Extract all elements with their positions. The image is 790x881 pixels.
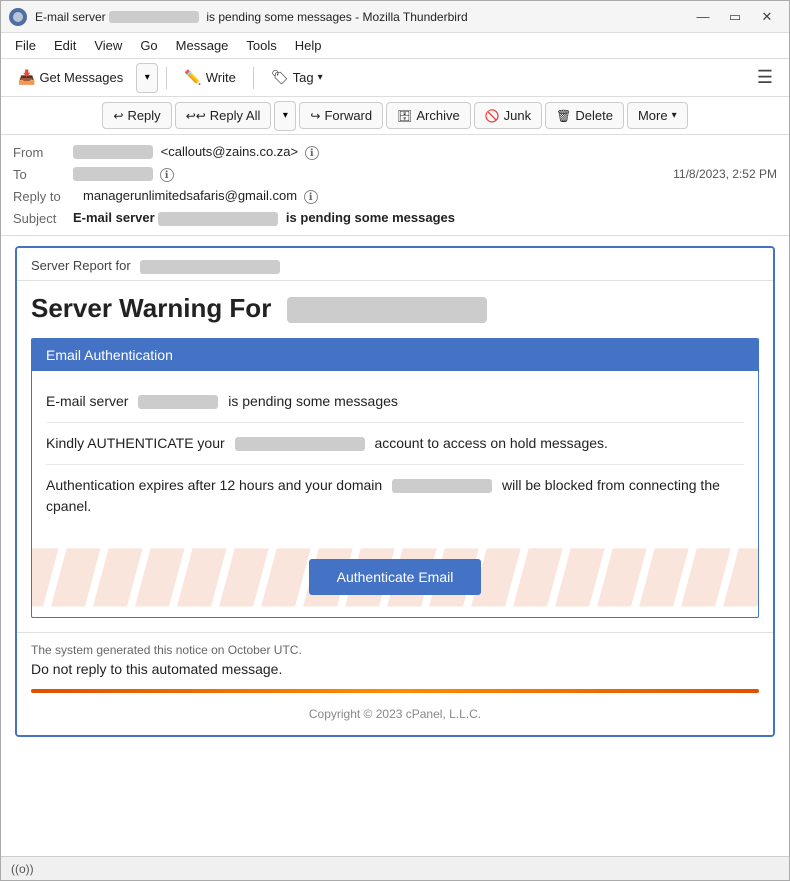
menu-go[interactable]: Go: [132, 36, 165, 55]
auth-body: E-mail server is pending some messages K…: [32, 371, 758, 537]
expiry-message: Authentication expires after 12 hours an…: [46, 465, 744, 527]
junk-icon: 🚫: [485, 109, 500, 123]
app-icon: [9, 8, 27, 26]
to-info-icon[interactable]: ℹ: [160, 168, 174, 182]
separator-1: [166, 67, 167, 89]
tag-button[interactable]: 🏷 Tag ▾: [262, 64, 332, 91]
archive-icon: 🗄: [397, 109, 412, 123]
from-label: From: [13, 145, 73, 160]
authenticate-blurred: [235, 437, 365, 451]
toolbar-message: ↩ Reply ↩↩ Reply All ▾ ↪ Forward 🗄 Archi…: [1, 97, 789, 135]
reply-to-row: Reply to managerunlimitedsafaris@gmail.c…: [13, 185, 777, 207]
menu-view[interactable]: View: [86, 36, 130, 55]
forward-icon: ↪: [310, 109, 320, 123]
email-card: Server Report for Server Warning For Ema…: [15, 246, 775, 737]
menu-message[interactable]: Message: [168, 36, 237, 55]
copyright-text: Copyright © 2023 cPanel, L.L.C.: [31, 701, 759, 725]
email-card-footer: The system generated this notice on Octo…: [17, 632, 773, 735]
email-date: 11/8/2023, 2:52 PM: [673, 167, 777, 181]
server-report-blurred: [140, 260, 280, 274]
orange-divider: [31, 689, 759, 693]
window-title: E-mail server is pending some messages -…: [35, 10, 689, 24]
more-button[interactable]: More ▾: [627, 102, 688, 129]
reply-icon: ↩: [113, 109, 123, 123]
email-card-header: Server Report for: [17, 248, 773, 281]
write-button[interactable]: ✏️ Write: [175, 64, 245, 91]
warning-title-blurred: [287, 297, 487, 323]
archive-button[interactable]: 🗄 Archive: [386, 102, 471, 129]
email-body-wrapper: Server Report for Server Warning For Ema…: [1, 236, 789, 856]
to-value-blurred: [73, 167, 153, 181]
more-dropdown-arrow: ▾: [672, 110, 677, 121]
menu-bar: File Edit View Go Message Tools Help: [1, 33, 789, 59]
reply-all-button[interactable]: ↩↩ Reply All: [175, 102, 272, 129]
from-row: From <callouts@zains.co.za> ℹ: [13, 141, 777, 163]
footer-main-text: Do not reply to this automated message.: [31, 661, 759, 677]
delete-button[interactable]: 🗑 Delete: [545, 102, 624, 129]
hamburger-menu-button[interactable]: ☰: [749, 63, 781, 92]
main-window: E-mail server is pending some messages -…: [0, 0, 790, 881]
tag-icon: 🏷: [271, 69, 289, 86]
forward-button[interactable]: ↪ Forward: [299, 102, 383, 129]
get-messages-dropdown[interactable]: ▾: [136, 63, 158, 93]
from-value: <callouts@zains.co.za> ℹ: [73, 144, 777, 161]
menu-edit[interactable]: Edit: [46, 36, 84, 55]
from-info-icon[interactable]: ℹ: [305, 146, 319, 160]
server-warning-title: Server Warning For: [31, 293, 759, 324]
menu-help[interactable]: Help: [287, 36, 330, 55]
reply-to-info-icon[interactable]: ℹ: [304, 190, 318, 204]
title-bar: E-mail server is pending some messages -…: [1, 1, 789, 33]
menu-file[interactable]: File: [7, 36, 44, 55]
menu-tools[interactable]: Tools: [238, 36, 284, 55]
reply-button[interactable]: ↩ Reply: [102, 102, 171, 129]
maximize-button[interactable]: ▭: [721, 7, 749, 27]
subject-label: Subject: [13, 211, 73, 226]
toolbar-main: 📥 Get Messages ▾ ✏️ Write 🏷 Tag ▾ ☰: [1, 59, 789, 97]
footer-small-text: The system generated this notice on Octo…: [31, 643, 759, 657]
auth-section: Email Authentication E-mail server is pe…: [31, 338, 759, 618]
reply-to-label: Reply to: [13, 189, 83, 204]
status-bar: ((o)): [1, 856, 789, 880]
get-messages-button[interactable]: 📥 Get Messages: [9, 64, 132, 91]
to-row: To ℹ 11/8/2023, 2:52 PM: [13, 163, 777, 185]
junk-button[interactable]: 🚫 Junk: [474, 102, 542, 129]
from-name-blurred: [73, 145, 153, 159]
authenticate-email-button[interactable]: Authenticate Email: [309, 559, 482, 595]
tag-dropdown-arrow: ▾: [318, 72, 323, 83]
authenticate-message: Kindly AUTHENTICATE your account to acce…: [46, 423, 744, 465]
to-value: ℹ: [73, 166, 673, 183]
reply-to-email: managerunlimitedsafaris@gmail.com ℹ: [83, 188, 777, 205]
get-messages-icon: 📥: [18, 69, 35, 86]
pending-message: E-mail server is pending some messages: [46, 381, 744, 423]
pending-blurred: [138, 395, 218, 409]
subject-blurred: [158, 212, 278, 226]
minimize-button[interactable]: —: [689, 7, 717, 27]
close-button[interactable]: ✕: [753, 7, 781, 27]
separator-2: [253, 67, 254, 89]
watermark-area: ████████████████████████████████ Authent…: [32, 537, 758, 617]
reply-all-icon: ↩↩: [186, 109, 206, 123]
email-header: From <callouts@zains.co.za> ℹ To ℹ 11/8/…: [1, 135, 789, 236]
subject-value: E-mail server is pending some messages: [73, 210, 777, 226]
window-controls: — ▭ ✕: [689, 7, 781, 27]
expiry-blurred: [392, 479, 492, 493]
subject-row: Subject E-mail server is pending some me…: [13, 207, 777, 229]
delete-icon: 🗑: [556, 109, 571, 123]
wifi-icon: ((o)): [11, 862, 34, 876]
reply-all-dropdown[interactable]: ▾: [274, 101, 296, 131]
auth-section-header: Email Authentication: [32, 339, 758, 371]
to-label: To: [13, 167, 73, 182]
subject-text: E-mail server is pending some messages: [73, 210, 455, 225]
write-icon: ✏️: [184, 69, 201, 86]
wifi-status: ((o)): [11, 862, 34, 876]
